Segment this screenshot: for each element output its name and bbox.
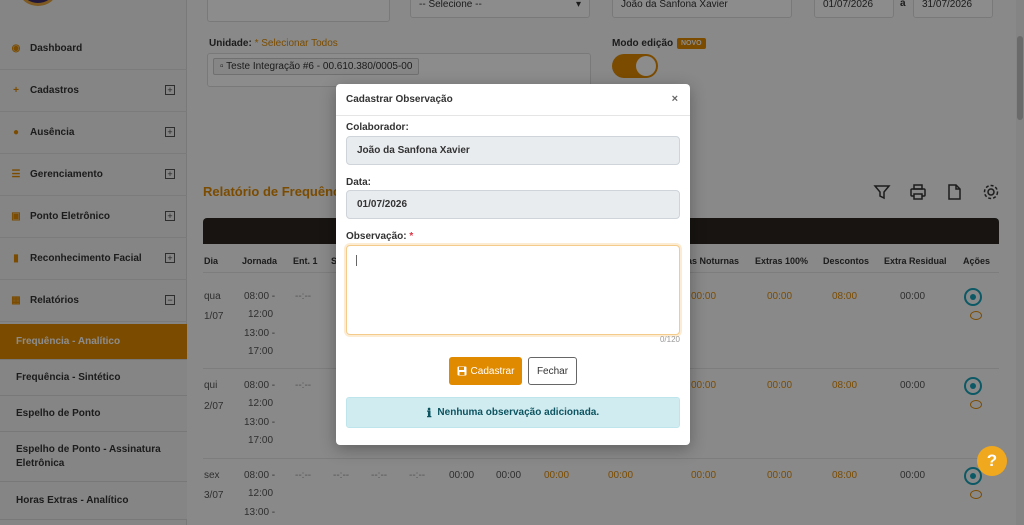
modal-title: Cadastrar Observação bbox=[346, 94, 453, 105]
modal-header: Cadastrar Observação bbox=[336, 84, 690, 116]
char-counter: 0/120 bbox=[659, 335, 680, 344]
cadastrar-observacao-modal: Cadastrar Observação × Colaborador: João… bbox=[336, 84, 690, 445]
save-icon bbox=[457, 366, 467, 376]
observacao-label-text: Observação: bbox=[346, 231, 407, 242]
info-icon: ℹ bbox=[426, 405, 432, 420]
cadastrar-button[interactable]: Cadastrar bbox=[449, 357, 522, 385]
colaborador-value: João da Sanfona Xavier bbox=[357, 145, 470, 156]
help-icon: ? bbox=[986, 451, 998, 470]
data-field: 01/07/2026 bbox=[346, 190, 680, 219]
required-mark: * bbox=[409, 231, 414, 242]
data-label: Data: bbox=[346, 177, 372, 188]
cadastrar-button-label: Cadastrar bbox=[470, 365, 515, 377]
colaborador-label: Colaborador: bbox=[346, 122, 409, 133]
fechar-button-label: Fechar bbox=[536, 365, 569, 377]
text-caret bbox=[356, 255, 357, 266]
info-alert-text: Nenhuma observação adicionada. bbox=[437, 407, 600, 418]
close-icon[interactable]: × bbox=[672, 93, 678, 105]
data-value: 01/07/2026 bbox=[357, 199, 408, 210]
observacao-textarea[interactable] bbox=[346, 245, 680, 335]
observacao-label: Observação: * bbox=[346, 231, 413, 242]
colaborador-field: João da Sanfona Xavier bbox=[346, 136, 680, 165]
info-alert: ℹ Nenhuma observação adicionada. bbox=[346, 397, 680, 428]
fechar-button[interactable]: Fechar bbox=[528, 357, 577, 385]
help-button[interactable]: ? bbox=[977, 446, 1007, 476]
